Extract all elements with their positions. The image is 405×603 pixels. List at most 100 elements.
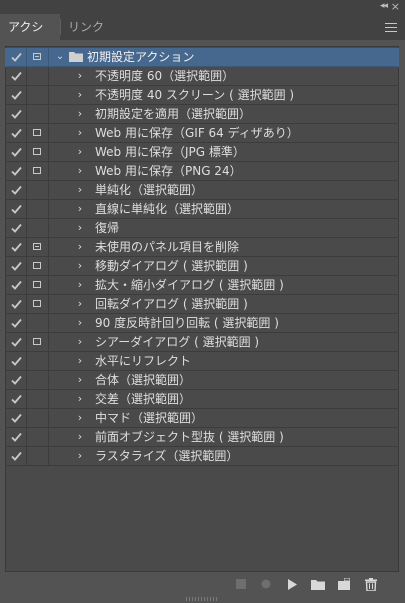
action-row[interactable]: › ラスタライズ（選択範囲） [5,447,399,466]
toggle-dialog-cell[interactable] [27,314,49,333]
action-row[interactable]: › シアーダイアログ ( 選択範囲 ) [5,333,399,352]
chevron-right-icon[interactable]: › [75,352,85,370]
action-set-row[interactable]: ⌄ 初期設定アクション [5,48,399,67]
toggle-item-cell[interactable] [6,352,27,371]
chevron-right-icon[interactable]: › [75,238,85,256]
toggle-item-cell[interactable] [6,390,27,409]
chevron-right-icon[interactable]: › [75,162,85,180]
chevron-right-icon[interactable]: › [75,276,85,294]
play-icon[interactable] [284,576,300,592]
toggle-dialog-cell[interactable] [27,48,49,67]
toggle-dialog-cell[interactable] [27,409,49,428]
new-set-folder-icon[interactable] [310,576,326,592]
chevron-right-icon[interactable]: › [75,333,85,351]
action-row[interactable]: › 不透明度 40 スクリーン ( 選択範囲 ) [5,86,399,105]
chevron-right-icon[interactable]: › [75,390,85,408]
chevron-down-icon[interactable]: ⌄ [55,48,65,66]
action-row[interactable]: › 拡大・縮小ダイアログ ( 選択範囲 ) [5,276,399,295]
chevron-right-icon[interactable]: › [75,143,85,161]
action-cell[interactable]: › 90 度反時計回り回転 ( 選択範囲 ) [49,314,398,333]
resize-grip[interactable] [186,597,219,601]
action-row[interactable]: › 回転ダイアログ ( 選択範囲 ) [5,295,399,314]
new-action-icon[interactable] [336,576,352,592]
toggle-dialog-cell[interactable] [27,371,49,390]
toggle-dialog-cell[interactable] [27,295,49,314]
toggle-dialog-cell[interactable] [27,124,49,143]
toggle-dialog-cell[interactable] [27,447,49,466]
record-icon[interactable] [258,576,274,592]
chevron-right-icon[interactable]: › [75,447,85,465]
action-set-cell[interactable]: ⌄ 初期設定アクション [49,48,398,67]
action-row[interactable]: › 未使用のパネル項目を削除 [5,238,399,257]
toggle-dialog-cell[interactable] [27,143,49,162]
dialog-toggle-icon[interactable] [33,300,41,307]
toggle-item-cell[interactable] [6,86,27,105]
action-row[interactable]: › Web 用に保存（GIF 64 ディザあり） [5,124,399,143]
toggle-dialog-cell[interactable] [27,428,49,447]
action-cell[interactable]: › 直線に単純化（選択範囲） [49,200,398,219]
action-cell[interactable]: › Web 用に保存（JPG 標準） [49,143,398,162]
action-cell[interactable]: › 復帰 [49,219,398,238]
action-row[interactable]: › 前面オブジェクト型抜 ( 選択範囲 ) [5,428,399,447]
toggle-item-cell[interactable] [6,447,27,466]
chevron-right-icon[interactable]: › [75,428,85,446]
action-row[interactable]: › 直線に単純化（選択範囲） [5,200,399,219]
dialog-toggle-partial-icon[interactable] [33,243,41,250]
tab-links[interactable]: リンク [60,14,112,40]
toggle-item-cell[interactable] [6,333,27,352]
chevron-right-icon[interactable]: › [75,124,85,142]
action-row[interactable]: › 交差（選択範囲） [5,390,399,409]
toggle-dialog-cell[interactable] [27,390,49,409]
toggle-dialog-cell[interactable] [27,219,49,238]
toggle-dialog-cell[interactable] [27,105,49,124]
toggle-item-cell[interactable] [6,181,27,200]
action-row[interactable]: › Web 用に保存（PNG 24） [5,162,399,181]
chevron-right-icon[interactable]: › [75,86,85,104]
toggle-item-cell[interactable] [6,276,27,295]
toggle-item-cell[interactable] [6,428,27,447]
toggle-dialog-cell[interactable] [27,67,49,86]
toggle-dialog-cell[interactable] [27,257,49,276]
chevron-right-icon[interactable]: › [75,105,85,123]
toggle-dialog-cell[interactable] [27,86,49,105]
toggle-dialog-cell[interactable] [27,238,49,257]
action-row[interactable]: › 初期設定を適用（選択範囲） [5,105,399,124]
action-row[interactable]: › 90 度反時計回り回転 ( 選択範囲 ) [5,314,399,333]
action-cell[interactable]: › 回転ダイアログ ( 選択範囲 ) [49,295,398,314]
action-row[interactable]: › 単純化（選択範囲） [5,181,399,200]
toggle-item-cell[interactable] [6,257,27,276]
toggle-dialog-cell[interactable] [27,181,49,200]
chevron-right-icon[interactable]: › [75,200,85,218]
action-cell[interactable]: › 水平にリフレクト [49,352,398,371]
toggle-dialog-cell[interactable] [27,276,49,295]
chevron-right-icon[interactable]: › [75,219,85,237]
toggle-item-cell[interactable] [6,219,27,238]
action-cell[interactable]: › ラスタライズ（選択範囲） [49,447,398,466]
action-row[interactable]: › Web 用に保存（JPG 標準） [5,143,399,162]
toggle-item-cell[interactable] [6,48,27,67]
toggle-item-cell[interactable] [6,371,27,390]
chevron-right-icon[interactable]: › [75,314,85,332]
action-cell[interactable]: › 不透明度 60（選択範囲） [49,67,398,86]
close-icon[interactable]: × [391,0,400,13]
dialog-toggle-icon[interactable] [33,148,41,155]
toggle-item-cell[interactable] [6,200,27,219]
chevron-right-icon[interactable]: › [75,257,85,275]
action-cell[interactable]: › 不透明度 40 スクリーン ( 選択範囲 ) [49,86,398,105]
toggle-item-cell[interactable] [6,105,27,124]
toggle-item-cell[interactable] [6,295,27,314]
chevron-right-icon[interactable]: › [75,409,85,427]
dialog-toggle-icon[interactable] [33,281,41,288]
dialog-toggle-partial-icon[interactable] [33,53,41,60]
toggle-dialog-cell[interactable] [27,333,49,352]
toggle-item-cell[interactable] [6,238,27,257]
panel-title-bar[interactable]: ◂◂ × [0,0,405,14]
collapse-panel-icon[interactable]: ◂◂ [380,1,388,11]
action-cell[interactable]: › 前面オブジェクト型抜 ( 選択範囲 ) [49,428,398,447]
action-cell[interactable]: › 移動ダイアログ ( 選択範囲 ) [49,257,398,276]
stop-icon[interactable] [233,576,249,592]
chevron-right-icon[interactable]: › [75,371,85,389]
action-row[interactable]: › 中マド（選択範囲） [5,409,399,428]
toggle-dialog-cell[interactable] [27,200,49,219]
action-cell[interactable]: › Web 用に保存（GIF 64 ディザあり） [49,124,398,143]
